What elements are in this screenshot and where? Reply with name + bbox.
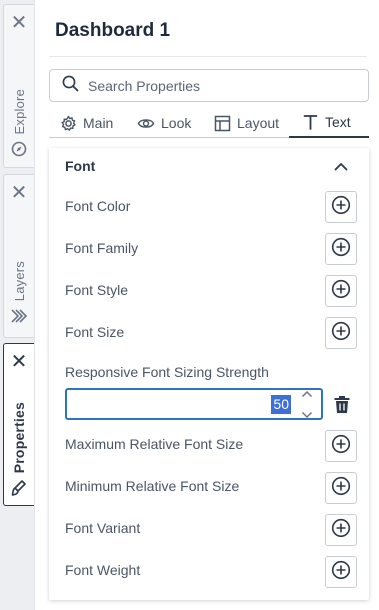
gear-icon — [59, 114, 77, 132]
layers-icon — [10, 307, 28, 325]
brush-icon — [10, 479, 28, 497]
collapse-chevron-up-icon[interactable] — [329, 156, 353, 176]
plus-circle-icon — [331, 279, 351, 304]
trash-icon[interactable] — [331, 392, 353, 416]
number-stepper[interactable] — [297, 390, 317, 418]
tab-properties-label: Properties — [11, 402, 27, 474]
add-font-weight-button[interactable] — [325, 556, 357, 588]
add-min-relative-font-size-button[interactable] — [325, 472, 357, 504]
property-label: Maximum Relative Font Size — [65, 436, 244, 452]
property-label: Responsive Font Sizing Strength — [65, 364, 269, 380]
stepper-up-icon[interactable] — [301, 385, 313, 403]
tab-look[interactable]: Look — [137, 108, 191, 138]
add-font-style-button[interactable] — [325, 275, 357, 307]
plus-circle-icon — [331, 476, 351, 501]
add-font-variant-button[interactable] — [325, 514, 357, 546]
add-max-relative-font-size-button[interactable] — [325, 430, 357, 462]
add-font-size-button[interactable] — [325, 317, 357, 349]
plus-circle-icon — [331, 560, 351, 585]
add-font-color-button[interactable] — [325, 191, 357, 223]
property-label: Font Variant — [65, 520, 141, 536]
responsive-strength-input[interactable]: 50 — [65, 388, 323, 420]
search-input[interactable]: Search Properties — [49, 69, 369, 102]
tab-layers[interactable]: ✕ Layers — [3, 174, 34, 338]
tab-main[interactable]: Main — [59, 108, 113, 138]
search-icon — [62, 75, 79, 97]
tab-explore[interactable]: ✕ Explore — [3, 4, 34, 168]
close-explore-icon[interactable]: ✕ — [4, 13, 34, 33]
text-icon — [301, 113, 319, 131]
side-tab-rail: ✕ Explore ✕ Layers ✕ Properties — [0, 0, 34, 610]
plus-circle-icon — [331, 195, 351, 220]
compass-icon — [10, 140, 28, 158]
plus-circle-icon — [331, 237, 351, 262]
property-label: Font Family — [65, 240, 139, 256]
tab-layout-label: Layout — [237, 115, 280, 131]
search-placeholder: Search Properties — [88, 77, 201, 94]
properties-panel: Dashboard 1 Search Properties Main Look … — [34, 0, 379, 610]
close-properties-icon[interactable]: ✕ — [4, 352, 34, 372]
tab-explore-label: Explore — [11, 89, 27, 135]
tab-layout[interactable]: Layout — [213, 108, 279, 138]
property-tabs: Main Look Layout Text — [49, 108, 369, 138]
plus-circle-icon — [331, 518, 351, 543]
section-title: Font — [65, 158, 96, 174]
tab-layers-label: Layers — [11, 261, 27, 302]
tab-text-label: Text — [325, 114, 351, 130]
property-label: Font Style — [65, 282, 129, 298]
add-font-family-button[interactable] — [325, 233, 357, 265]
font-section: Font Font Color Font Family Font Style F… — [49, 148, 369, 600]
plus-circle-icon — [331, 434, 351, 459]
page-title: Dashboard 1 — [55, 20, 171, 41]
plus-circle-icon — [331, 321, 351, 346]
property-label: Font Color — [65, 198, 131, 214]
title-divider — [49, 56, 367, 57]
layout-icon — [213, 114, 231, 132]
responsive-strength-value[interactable]: 50 — [271, 395, 291, 414]
stepper-down-icon[interactable] — [301, 406, 313, 424]
tab-properties[interactable]: ✕ Properties — [3, 343, 34, 506]
property-label: Minimum Relative Font Size — [65, 478, 240, 494]
tab-main-label: Main — [83, 115, 114, 131]
property-label: Font Size — [65, 324, 125, 340]
tab-text[interactable]: Text — [289, 108, 369, 138]
eye-icon — [137, 114, 155, 132]
close-layers-icon[interactable]: ✕ — [4, 183, 34, 203]
tab-look-label: Look — [161, 115, 192, 131]
property-label: Font Weight — [65, 562, 141, 578]
